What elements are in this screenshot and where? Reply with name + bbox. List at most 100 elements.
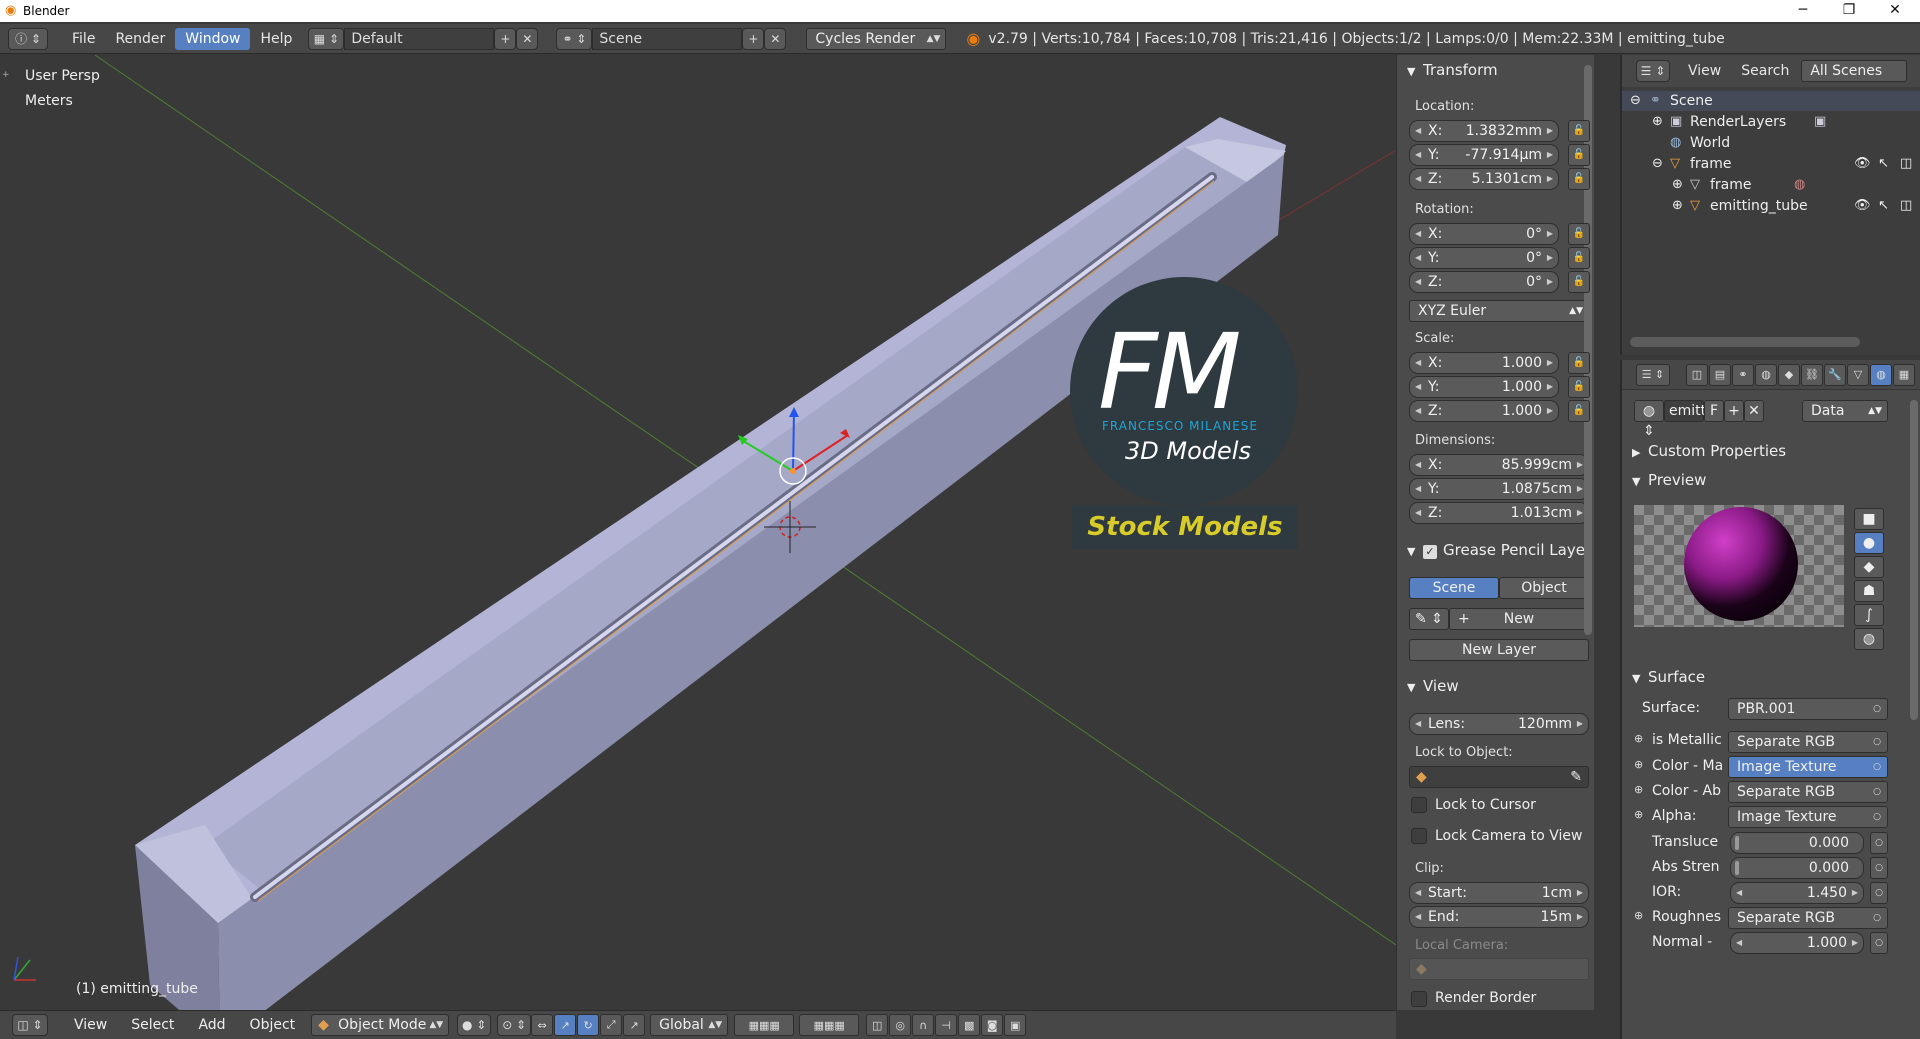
input-expand-icon[interactable]: ⊕: [1634, 909, 1643, 922]
input-expand-icon[interactable]: ⊕: [1634, 732, 1643, 745]
lock-icon[interactable]: 🔓: [1568, 352, 1590, 374]
lock-icon[interactable]: 🔓: [1568, 376, 1590, 398]
dimensions-x-field[interactable]: ◀ X: 85.999cm ▶: [1409, 454, 1589, 476]
eye-icon[interactable]: 👁: [1854, 196, 1871, 216]
unlink-material-icon[interactable]: ✕: [1744, 400, 1764, 422]
checkbox-checked-icon[interactable]: ✓: [1423, 545, 1437, 559]
input-normal-field[interactable]: ◀ 1.000 ▶: [1730, 932, 1864, 954]
object-tab-icon[interactable]: ◆: [1778, 364, 1800, 386]
lock-icon[interactable]: 🔓: [1568, 247, 1590, 269]
custom-properties-section-header[interactable]: ▶ Custom Properties: [1622, 442, 1820, 460]
menu-object[interactable]: Object: [238, 1017, 308, 1033]
pivot-point-icon[interactable]: ⊙ ⇕: [497, 1014, 532, 1036]
location-z-field[interactable]: ◀ Z: 5.1301cm ▶: [1409, 168, 1559, 190]
preview-section-header[interactable]: ▼ Preview: [1622, 471, 1820, 489]
editor-type-info-icon[interactable]: ⓘ ⇕: [8, 27, 48, 50]
data-tab-icon[interactable]: ▽: [1847, 364, 1869, 386]
scale-manipulator-icon-2[interactable]: ↗: [623, 1014, 646, 1036]
cursor-select-icon[interactable]: ↖: [1878, 196, 1889, 216]
link-data-dropdown[interactable]: Data ▲▼: [1802, 400, 1888, 422]
cursor-select-icon[interactable]: ↖: [1878, 154, 1889, 174]
texture-tab-icon[interactable]: ▦: [1893, 364, 1915, 386]
tool-shelf-toggle-icon[interactable]: +: [2, 70, 10, 80]
lock-layers-icon[interactable]: ◫: [866, 1014, 889, 1036]
proportional-edit-icon[interactable]: ◎: [889, 1014, 912, 1036]
preview-hair-icon[interactable]: ∫: [1854, 604, 1884, 626]
material-name-field[interactable]: emitti: [1664, 400, 1710, 422]
view-section-header[interactable]: ▼ View: [1397, 677, 1595, 695]
remove-layout-icon[interactable]: ✕: [516, 27, 539, 50]
renderlayers-tab-icon[interactable]: ▤: [1709, 364, 1731, 386]
snap-target-icon[interactable]: ▩: [958, 1014, 981, 1036]
lock-to-cursor-checkbox[interactable]: [1411, 797, 1427, 813]
minimize-button[interactable]: ─: [1780, 0, 1826, 22]
input-metallic-link[interactable]: Separate RGB ○: [1728, 731, 1888, 753]
socket-dot-icon[interactable]: ○: [1870, 882, 1888, 904]
rotation-mode-dropdown[interactable]: XYZ Euler ▲▼: [1409, 300, 1589, 322]
render-engine-dropdown[interactable]: Cycles Render ▲▼: [806, 27, 947, 50]
opengl-render-icon[interactable]: ◙: [981, 1014, 1004, 1036]
socket-dot-icon[interactable]: ○: [1870, 857, 1888, 879]
transform-section-header[interactable]: ▼ Transform: [1397, 61, 1595, 79]
input-expand-icon[interactable]: ⊕: [1634, 808, 1643, 821]
editor-type-3dview-icon[interactable]: ◫ ⇕: [12, 1014, 48, 1036]
outliner-h-scrollbar[interactable]: [1630, 337, 1860, 347]
rotation-x-field[interactable]: ◀ X: 0° ▶: [1409, 223, 1559, 245]
rotation-z-field[interactable]: ◀ Z: 0° ▶: [1409, 271, 1559, 293]
preview-world-icon[interactable]: ◍: [1854, 628, 1884, 650]
lock-icon[interactable]: 🔓: [1568, 400, 1590, 422]
location-y-field[interactable]: ◀ Y: -77.914µm ▶: [1409, 144, 1559, 166]
lock-icon[interactable]: 🔓: [1568, 223, 1590, 245]
mode-dropdown[interactable]: ◆ Object Mode ▲▼: [311, 1014, 450, 1036]
rotation-y-field[interactable]: ◀ Y: 0° ▶: [1409, 247, 1559, 269]
lock-icon[interactable]: 🔓: [1568, 120, 1590, 142]
input-translucency-slider[interactable]: 0.000: [1730, 832, 1864, 854]
menu-file[interactable]: File: [62, 28, 105, 50]
lock-icon[interactable]: 🔓: [1568, 144, 1590, 166]
render-border-checkbox[interactable]: [1411, 991, 1427, 1007]
outliner-row-frame-mesh[interactable]: ⊕ ▽ frame ◍: [1622, 175, 1920, 195]
input-alpha-link[interactable]: Image Texture ○: [1728, 806, 1888, 828]
lock-camera-checkbox[interactable]: [1411, 828, 1427, 844]
gp-new-button[interactable]: + New: [1449, 608, 1589, 630]
lens-field[interactable]: ◀ Lens: 120mm ▶: [1409, 713, 1589, 735]
outliner-row-world[interactable]: ◍ World: [1622, 133, 1920, 153]
outliner-menu-search[interactable]: Search: [1731, 60, 1799, 82]
maximize-button[interactable]: ❐: [1826, 0, 1872, 22]
manipulator-toggle-icon[interactable]: ⇔: [531, 1014, 554, 1036]
snap-toggle-icon[interactable]: ∩: [912, 1014, 935, 1036]
material-browse-icon[interactable]: ◍ ⇕: [1634, 400, 1664, 439]
scene-field[interactable]: Scene: [592, 27, 743, 50]
outliner-menu-view[interactable]: View: [1678, 60, 1731, 82]
gp-tab-scene[interactable]: Scene: [1409, 577, 1499, 599]
scene-tab-icon[interactable]: ⚭: [1732, 364, 1754, 386]
camera-render-icon[interactable]: ◫: [1900, 196, 1912, 216]
menu-render[interactable]: Render: [105, 28, 175, 50]
viewport-shading-icon[interactable]: ● ⇕: [457, 1014, 492, 1036]
fake-user-button[interactable]: F: [1704, 400, 1724, 422]
3d-viewport[interactable]: User Persp Meters (1) emitting_tube + FM…: [0, 55, 1396, 1010]
scale-z-field[interactable]: ◀ Z: 1.000 ▶: [1409, 400, 1559, 422]
preview-cube-icon[interactable]: ◆: [1854, 556, 1884, 578]
render-tab-icon[interactable]: ◫: [1686, 364, 1708, 386]
opengl-animation-icon[interactable]: ▣: [1004, 1014, 1027, 1036]
modifiers-tab-icon[interactable]: 🔧: [1824, 364, 1846, 386]
input-expand-icon[interactable]: ⊕: [1634, 758, 1643, 771]
grease-pencil-section-header[interactable]: ▼ ✓ Grease Pencil Layer: [1397, 541, 1595, 559]
menu-select[interactable]: Select: [119, 1017, 186, 1033]
surface-section-header[interactable]: ▼ Surface: [1622, 668, 1820, 686]
input-color-ab-link[interactable]: Separate RGB ○: [1728, 781, 1888, 803]
preview-monkey-icon[interactable]: ☗: [1854, 580, 1884, 602]
surface-shader-field[interactable]: PBR.001 ○: [1728, 698, 1888, 720]
rotate-manipulator-icon[interactable]: ↻: [577, 1014, 600, 1036]
properties-editor-icon[interactable]: ☰ ⇕: [1636, 364, 1670, 386]
outliner-row-frame[interactable]: ⊖ ▽ frame 👁 ↖ ◫: [1622, 154, 1920, 174]
add-scene-icon[interactable]: +: [742, 27, 765, 50]
scene-selector-icon[interactable]: ⚭ ⇕: [556, 27, 593, 50]
socket-dot-icon[interactable]: ○: [1870, 932, 1888, 954]
constraints-tab-icon[interactable]: ⛓: [1801, 364, 1823, 386]
screen-layout-icon[interactable]: ▦ ⇕: [308, 27, 345, 50]
orientation-dropdown[interactable]: Global ▲▼: [650, 1014, 729, 1036]
outliner-row-renderlayers[interactable]: ⊕ ▣ RenderLayers ▣: [1622, 112, 1920, 132]
screen-layout-field[interactable]: Default: [344, 27, 495, 50]
